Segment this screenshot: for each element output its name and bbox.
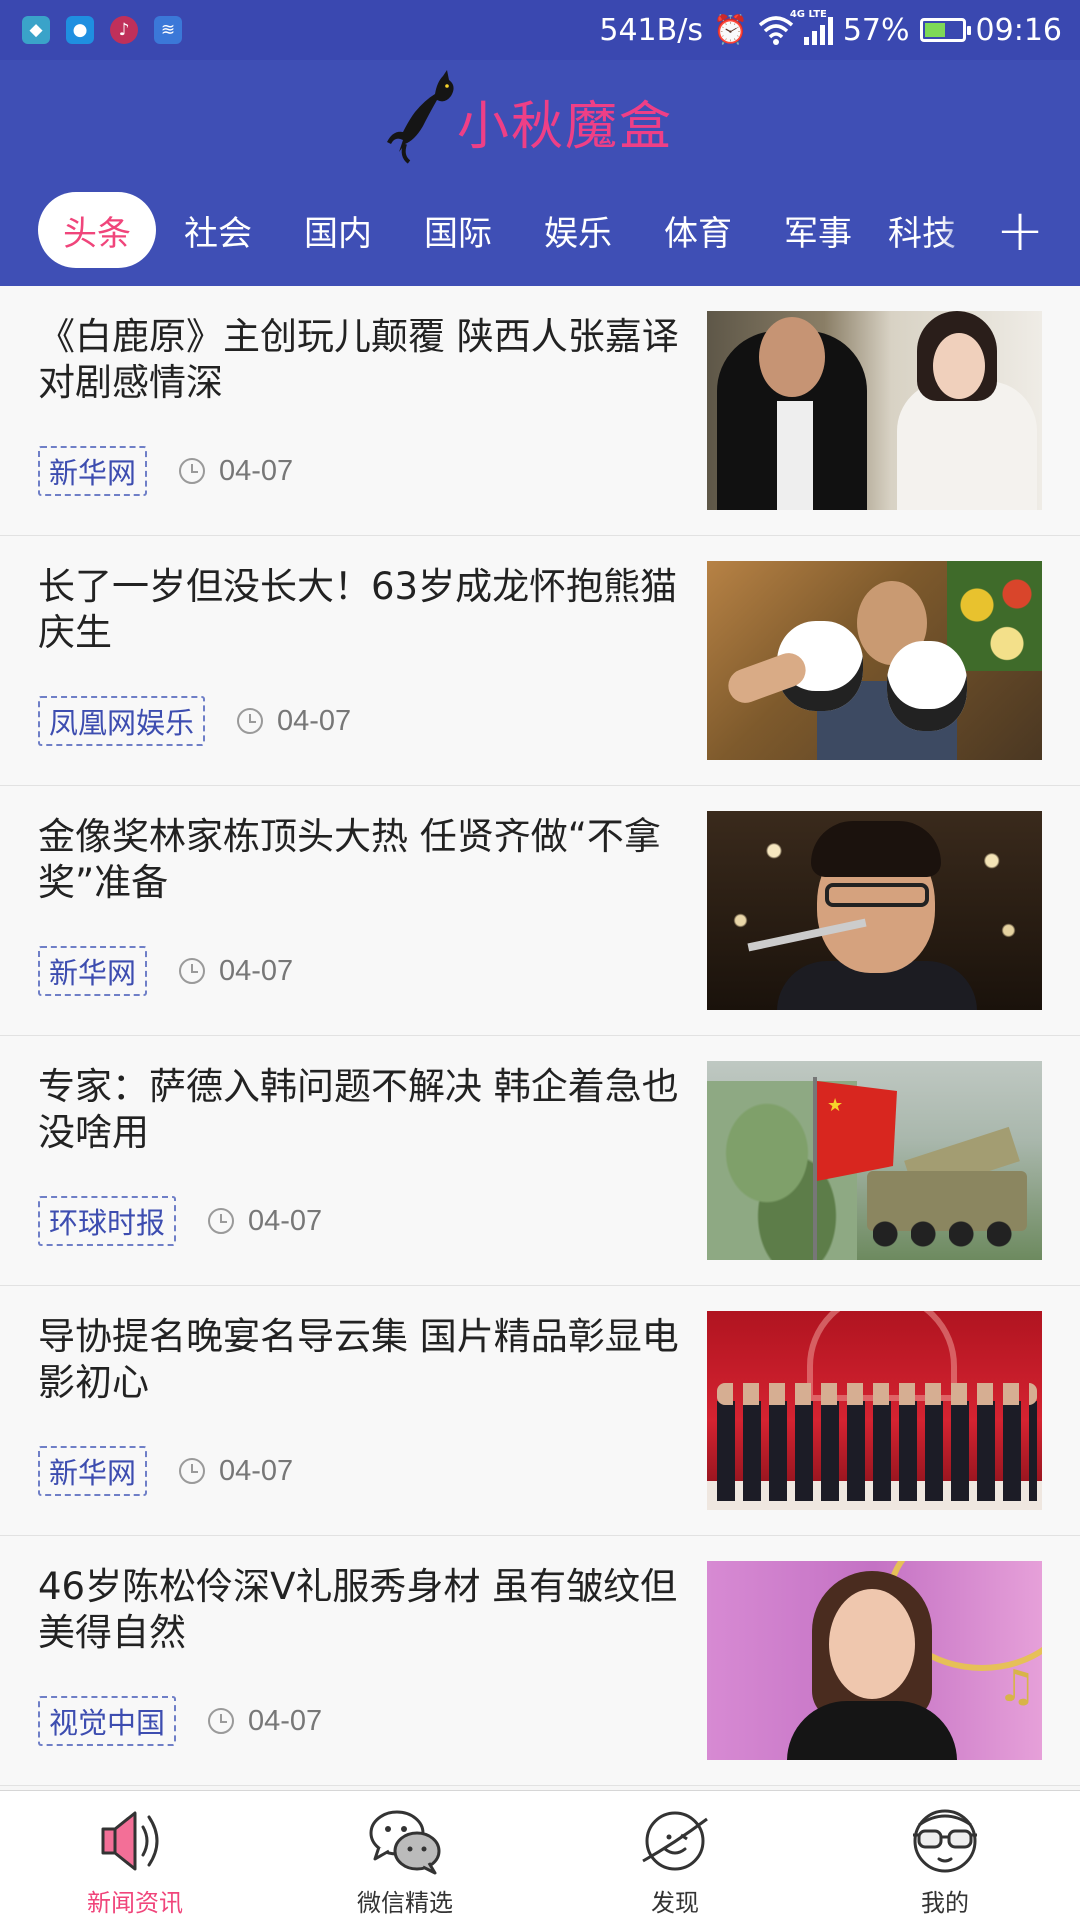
news-date: 04-07 [248, 1204, 323, 1237]
nav-label: 发现 [651, 1889, 699, 1917]
news-title[interactable]: 《白鹿原》主创玩儿颠覆 陕西人张嘉译对剧感情深 [38, 314, 688, 406]
news-thumbnail[interactable] [707, 1311, 1042, 1510]
tab-headlines[interactable]: 头条 [38, 192, 156, 268]
news-date: 04-07 [219, 1454, 294, 1487]
tab-sports[interactable]: 体育 [638, 192, 758, 268]
news-item[interactable]: 金像奖林家栋顶头大热 任贤齐做“不拿奖”准备 新华网 04-07 [0, 786, 1080, 1036]
source-tag: 新华网 [38, 1446, 148, 1496]
news-list: 《白鹿原》主创玩儿颠覆 陕西人张嘉译对剧感情深 新华网 04-07 长了一岁但没… [0, 286, 1080, 1786]
news-thumbnail[interactable] [707, 561, 1042, 760]
source-tag: 视觉中国 [38, 1696, 177, 1746]
news-date: 04-07 [248, 1704, 323, 1737]
news-item[interactable]: 长了一岁但没长大！63岁成龙怀抱熊猫庆生 凤凰网娱乐 04-07 [0, 536, 1080, 786]
clock-icon [179, 1458, 206, 1484]
nav-mine[interactable]: 我的 [810, 1791, 1080, 1920]
app-title: 小秋魔盒 [457, 96, 674, 157]
news-title[interactable]: 导协提名晚宴名导云集 国片精品彰显电影初心 [38, 1314, 688, 1406]
news-item[interactable]: 专家：萨德入韩问题不解决 韩企着急也没啥用 环球时报 04-07 ★ [0, 1036, 1080, 1286]
wifi-icon [758, 16, 793, 45]
news-thumbnail[interactable] [707, 311, 1042, 510]
tab-entertainment[interactable]: 娱乐 [518, 192, 638, 268]
news-title[interactable]: 46岁陈松伶深V礼服秀身材 虽有皱纹但美得自然 [38, 1564, 688, 1656]
android-icon: ◆ [22, 16, 50, 44]
news-date: 04-07 [277, 704, 352, 737]
news-date: 04-07 [219, 954, 294, 987]
clock-icon [179, 458, 206, 484]
news-thumbnail[interactable]: ♫ [707, 1561, 1042, 1760]
alarm-icon: ⏰ [712, 13, 748, 46]
battery-level [924, 23, 946, 37]
nav-label: 我的 [921, 1889, 969, 1917]
clock-icon [208, 1708, 235, 1734]
app-header: 小秋魔盒 头条 社会 国内 国际 娱乐 体育 军事 科技 + [0, 60, 1080, 286]
news-meta: 新华网 04-07 [38, 946, 293, 996]
clock-icon [208, 1208, 235, 1234]
message-icon: ● [66, 16, 94, 44]
system-indicators: 541B/s ⏰ 4G LTE 57% 09:16 [599, 9, 1062, 48]
clock: 09:16 [975, 12, 1062, 48]
clock-icon [179, 958, 206, 984]
news-meta: 环球时报 04-07 [38, 1196, 322, 1246]
news-meta: 新华网 04-07 [38, 446, 293, 496]
source-tag: 新华网 [38, 446, 148, 496]
nav-news[interactable]: 新闻资讯 [0, 1791, 270, 1920]
tabs-fade [940, 192, 980, 268]
news-title[interactable]: 长了一岁但没长大！63岁成龙怀抱熊猫庆生 [38, 564, 688, 656]
tab-society[interactable]: 社会 [158, 192, 278, 268]
news-meta: 视觉中国 04-07 [38, 1696, 322, 1746]
news-item[interactable]: 46岁陈松伶深V礼服秀身材 虽有皱纹但美得自然 视觉中国 04-07 ♫ [0, 1536, 1080, 1786]
clock-icon [237, 708, 264, 734]
news-item[interactable]: 《白鹿原》主创玩儿颠覆 陕西人张嘉译对剧感情深 新华网 04-07 [0, 286, 1080, 536]
news-item[interactable]: 导协提名晚宴名导云集 国片精品彰显电影初心 新华网 04-07 [0, 1286, 1080, 1536]
add-tab-button[interactable]: + [990, 190, 1050, 270]
chat-bubbles-icon [369, 1810, 441, 1875]
nav-label: 新闻资讯 [87, 1889, 183, 1917]
tab-military[interactable]: 军事 [758, 192, 878, 268]
network-speed: 541B/s [599, 12, 703, 48]
battery-icon [919, 18, 971, 42]
planet-icon [642, 1811, 708, 1871]
wifi-app-icon: ≋ [154, 16, 182, 44]
source-tag: 环球时报 [38, 1196, 177, 1246]
music-app-icon: ♪ [110, 16, 138, 44]
black-cat-icon [387, 70, 454, 164]
nav-label: 微信精选 [357, 1889, 453, 1917]
speaker-icon [101, 1811, 159, 1871]
app-logo: 小秋魔盒 [385, 68, 695, 168]
notification-icons: ◆ ● ♪ ≋ [22, 16, 182, 44]
source-tag: 凤凰网娱乐 [38, 696, 206, 746]
bottom-nav: 新闻资讯 微信精选 发现 我的 [0, 1790, 1080, 1920]
news-thumbnail[interactable] [707, 811, 1042, 1010]
tab-international[interactable]: 国际 [398, 192, 518, 268]
category-tabs: 头条 社会 国内 国际 娱乐 体育 军事 科技 + [0, 172, 1080, 272]
news-thumbnail[interactable]: ★ [707, 1061, 1042, 1260]
battery-percent: 57% [842, 12, 910, 48]
status-bar: ◆ ● ♪ ≋ 541B/s ⏰ 4G LTE 57% 09:16 [0, 0, 1080, 60]
news-title[interactable]: 专家：萨德入韩问题不解决 韩企着急也没啥用 [38, 1064, 688, 1156]
tab-domestic[interactable]: 国内 [278, 192, 398, 268]
news-date: 04-07 [219, 454, 294, 487]
source-tag: 新华网 [38, 946, 148, 996]
nav-discover[interactable]: 发现 [540, 1791, 810, 1920]
glasses-face-icon [913, 1809, 977, 1873]
nav-wechat[interactable]: 微信精选 [270, 1791, 540, 1920]
news-meta: 凤凰网娱乐 04-07 [38, 696, 351, 746]
news-title[interactable]: 金像奖林家栋顶头大热 任贤齐做“不拿奖”准备 [38, 814, 688, 906]
network-type: 4G LTE [789, 9, 827, 20]
cell-signal-icon: 4G LTE [790, 9, 833, 45]
news-meta: 新华网 04-07 [38, 1446, 293, 1496]
